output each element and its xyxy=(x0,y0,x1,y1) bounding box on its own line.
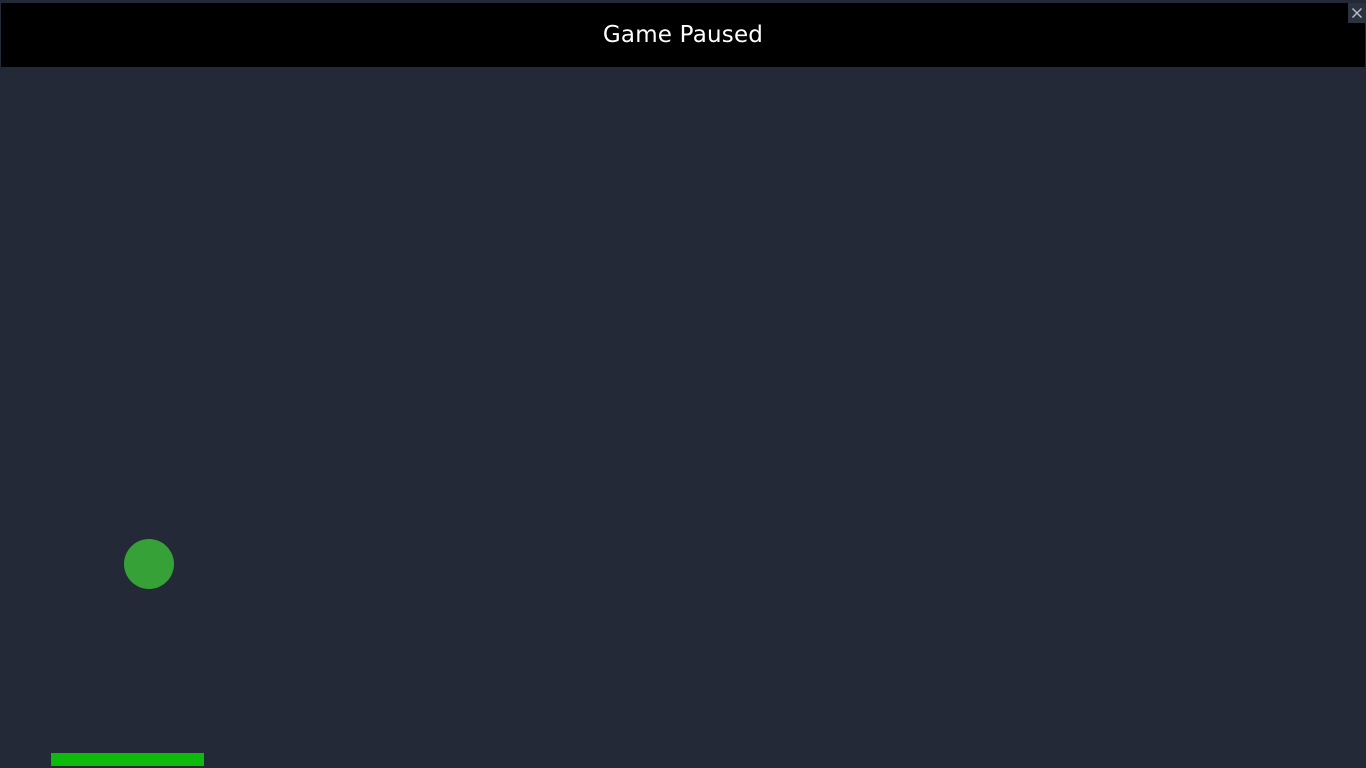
playfield[interactable] xyxy=(0,67,1366,768)
pause-title: Game Paused xyxy=(602,22,764,48)
close-icon xyxy=(1352,8,1362,18)
pause-banner: Game Paused xyxy=(1,3,1365,67)
close-button[interactable] xyxy=(1348,3,1366,23)
ball xyxy=(124,539,174,589)
paddle[interactable] xyxy=(51,753,204,766)
game-window: Game Paused xyxy=(0,0,1366,768)
